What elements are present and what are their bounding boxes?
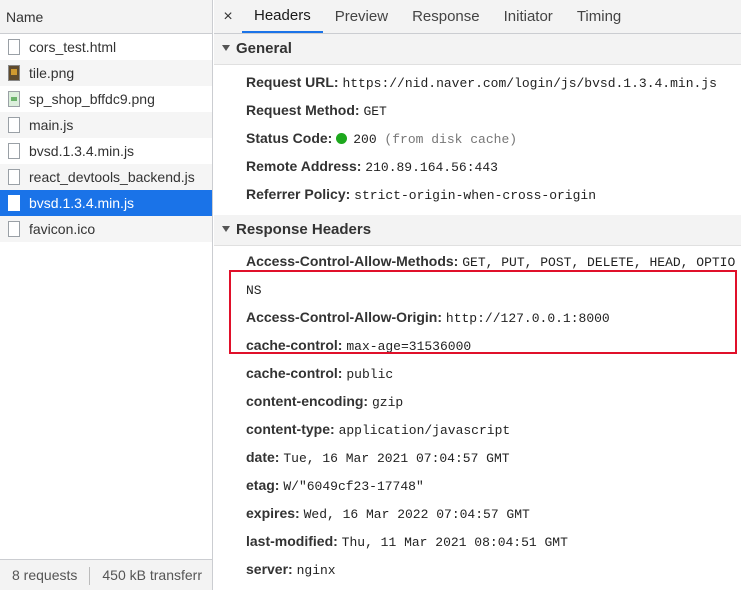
document-icon <box>8 143 20 159</box>
general-section: Request URL: https://nid.naver.com/login… <box>214 65 741 215</box>
request-url-value: https://nid.naver.com/login/js/bvsd.1.3.… <box>342 76 717 91</box>
header-name: content-type: <box>246 421 335 437</box>
summary-bar: 8 requests 450 kB transferr <box>0 559 212 590</box>
name-column-header[interactable]: Name <box>0 0 212 34</box>
request-name: bvsd.1.3.4.min.js <box>29 195 135 211</box>
referrer-policy-label: Referrer Policy: <box>246 186 351 202</box>
header-value: application/javascript <box>338 423 511 438</box>
response-headers-section-header[interactable]: Response Headers <box>214 215 741 246</box>
tab-preview[interactable]: Preview <box>323 0 400 33</box>
header-value: Thu, 11 Mar 2021 08:04:51 GMT <box>341 535 568 550</box>
request-url-label: Request URL: <box>246 74 339 90</box>
status-note: (from disk cache) <box>384 132 518 147</box>
status-dot-icon <box>336 133 348 144</box>
response-header-row: content-encoding: gzip <box>214 388 741 416</box>
caret-down-icon <box>222 226 230 232</box>
document-icon <box>8 169 20 185</box>
response-header-row: expires: Wed, 16 Mar 2022 07:04:57 GMT <box>214 500 741 528</box>
response-header-row: last-modified: Thu, 11 Mar 2021 08:04:51… <box>214 528 741 556</box>
status-code-label: Status Code: <box>246 130 333 146</box>
request-method-value: GET <box>363 104 387 119</box>
general-section-header[interactable]: General <box>214 34 741 65</box>
response-headers-title: Response Headers <box>236 221 372 238</box>
header-name: etag: <box>246 477 280 493</box>
close-icon[interactable]: × <box>214 0 242 33</box>
header-name: Access-Control-Allow-Origin: <box>246 309 443 325</box>
header-value: Tue, 16 Mar 2021 07:04:57 GMT <box>283 451 510 466</box>
status-code-value: 200 <box>353 132 377 147</box>
document-icon <box>8 221 20 237</box>
response-header-row: content-type: application/javascript <box>214 416 741 444</box>
request-list: cors_test.html tile.png sp_shop_bffdc9.png… <box>0 34 212 242</box>
response-header-row: Access-Control-Allow-Methods: GET, PUT, … <box>214 248 741 304</box>
document-icon <box>8 195 20 211</box>
request-row[interactable]: react_devtools_backend.js <box>0 164 212 190</box>
document-icon <box>8 117 20 133</box>
general-title: General <box>236 40 292 57</box>
request-name: react_devtools_backend.js <box>29 169 195 185</box>
header-name: cache-control: <box>246 365 343 381</box>
transferred-size: 450 kB transferr <box>102 567 202 583</box>
header-value: Wed, 16 Mar 2022 07:04:57 GMT <box>303 507 530 522</box>
tab-response[interactable]: Response <box>400 0 492 33</box>
response-header-row: cache-control: public <box>214 360 741 388</box>
request-url-row: Request URL: https://nid.naver.com/login… <box>214 69 741 97</box>
request-method-row: Request Method: GET <box>214 97 741 125</box>
request-name: bvsd.1.3.4.min.js <box>29 143 135 159</box>
response-header-row: server: nginx <box>214 556 741 584</box>
request-name: favicon.ico <box>29 221 96 237</box>
response-header-row: date: Tue, 16 Mar 2021 07:04:57 GMT <box>214 444 741 472</box>
request-name: cors_test.html <box>29 39 117 55</box>
request-row[interactable]: tile.png <box>0 60 212 86</box>
header-value: nginx <box>296 563 336 578</box>
header-value: max-age=31536000 <box>346 339 472 354</box>
request-name: sp_shop_bffdc9.png <box>29 91 155 107</box>
tab-headers[interactable]: Headers <box>242 0 323 33</box>
request-row[interactable]: bvsd.1.3.4.min.js <box>0 190 212 216</box>
remote-address-value: 210.89.164.56:443 <box>365 160 498 175</box>
remote-address-label: Remote Address: <box>246 158 362 174</box>
details-pane: × Headers Preview Response Initiator Tim… <box>214 0 741 590</box>
header-name: expires: <box>246 505 300 521</box>
header-name: last-modified: <box>246 533 338 549</box>
referrer-policy-row: Referrer Policy: strict-origin-when-cros… <box>214 181 741 209</box>
request-row[interactable]: main.js <box>0 112 212 138</box>
tab-initiator[interactable]: Initiator <box>492 0 565 33</box>
request-name: main.js <box>29 117 74 133</box>
image-icon <box>8 65 20 81</box>
request-count: 8 requests <box>12 567 78 583</box>
header-name: server: <box>246 561 293 577</box>
request-row[interactable]: cors_test.html <box>0 34 212 60</box>
header-value: W/"6049cf23-17748" <box>283 479 424 494</box>
document-icon <box>8 39 20 55</box>
header-name: cache-control: <box>246 337 343 353</box>
header-name: Access-Control-Allow-Methods: <box>246 253 459 269</box>
response-header-row: etag: W/"6049cf23-17748" <box>214 472 741 500</box>
request-row[interactable]: sp_shop_bffdc9.png <box>0 86 212 112</box>
request-row[interactable]: bvsd.1.3.4.min.js <box>0 138 212 164</box>
tab-timing[interactable]: Timing <box>565 0 633 33</box>
header-value: public <box>346 367 394 382</box>
request-method-label: Request Method: <box>246 102 360 118</box>
response-header-row: Access-Control-Allow-Origin: http://127.… <box>214 304 741 332</box>
details-tabbar: × Headers Preview Response Initiator Tim… <box>214 0 741 34</box>
header-name: date: <box>246 449 280 465</box>
header-name: content-encoding: <box>246 393 369 409</box>
header-value: gzip <box>372 395 404 410</box>
request-list-pane: Name cors_test.html tile.png sp_shop_bffdc… <box>0 0 213 590</box>
remote-address-row: Remote Address: 210.89.164.56:443 <box>214 153 741 181</box>
request-name: tile.png <box>29 65 75 81</box>
header-value: http://127.0.0.1:8000 <box>445 311 610 326</box>
status-code-row: Status Code: 200 (from disk cache) <box>214 125 741 153</box>
referrer-policy-value: strict-origin-when-cross-origin <box>354 188 597 203</box>
response-headers-list: Access-Control-Allow-Methods: GET, PUT, … <box>214 246 741 584</box>
response-header-row: cache-control: max-age=31536000 <box>214 332 741 360</box>
image-icon <box>8 91 20 107</box>
caret-down-icon <box>222 45 230 51</box>
request-row[interactable]: favicon.ico <box>0 216 212 242</box>
